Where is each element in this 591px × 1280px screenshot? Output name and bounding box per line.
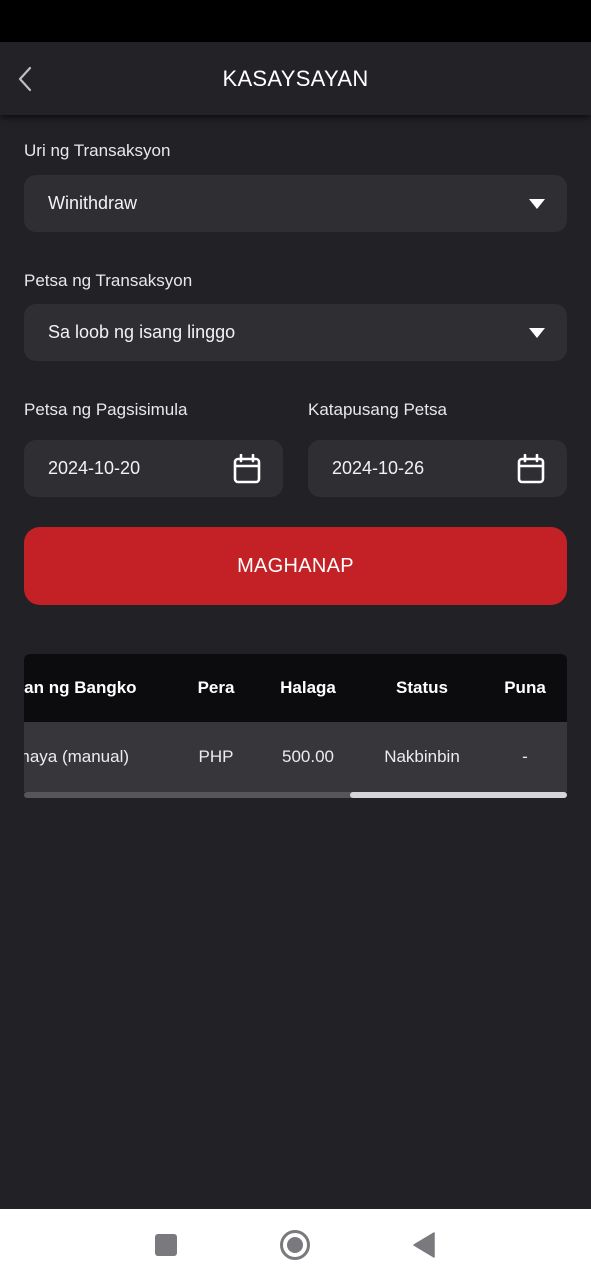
cell-currency: PHP	[198, 747, 234, 766]
transactions-table[interactable]: alan ng Bangko Pera Halaga Status Puna r…	[24, 654, 567, 800]
square-icon	[155, 1234, 177, 1256]
column-header-amount: Halaga	[280, 678, 336, 697]
end-date-value: 2024-10-26	[332, 458, 425, 478]
calendar-icon[interactable]	[233, 454, 261, 484]
horizontal-scrollbar[interactable]	[24, 792, 567, 798]
end-date-field[interactable]: 2024-10-26	[308, 440, 567, 497]
system-nav-bar	[0, 1209, 591, 1280]
transaction-date-label: Petsa ng Transaksyon	[24, 271, 193, 290]
start-date-field[interactable]: 2024-10-20	[24, 440, 283, 497]
transaction-type-value: Winithdraw	[48, 193, 138, 213]
cell-amount: 500.00	[282, 747, 334, 766]
column-header-remarks: Puna	[504, 678, 546, 697]
table-header: alan ng Bangko Pera Halaga Status Puna	[24, 654, 567, 722]
table-row[interactable]: rmaya (manual) PHP 500.00 Nakbinbin -	[24, 722, 567, 792]
end-date-label: Katapusang Petsa	[308, 400, 447, 419]
caret-down-icon	[529, 199, 545, 209]
search-button[interactable]: MAGHANAP	[24, 527, 567, 605]
calendar-icon[interactable]	[517, 454, 545, 484]
column-header-status: Status	[396, 678, 448, 697]
recents-button[interactable]	[148, 1227, 184, 1263]
circle-home-icon	[280, 1230, 310, 1260]
app-header: KASAYSAYAN	[0, 42, 591, 115]
column-header-currency: Pera	[197, 678, 235, 697]
scrollbar-thumb[interactable]	[350, 792, 567, 798]
nav-back-button[interactable]	[406, 1227, 442, 1263]
cell-status: Nakbinbin	[384, 747, 460, 766]
page-title: KASAYSAYAN	[222, 66, 369, 91]
home-button[interactable]	[277, 1227, 313, 1263]
column-header-bank: alan ng Bangko	[24, 678, 137, 697]
cell-bank: rmaya (manual)	[24, 747, 130, 766]
start-date-label: Petsa ng Pagsisimula	[24, 400, 188, 419]
triangle-back-icon	[413, 1232, 435, 1258]
cell-remarks: -	[522, 747, 528, 766]
transaction-type-label: Uri ng Transaksyon	[24, 141, 171, 160]
transaction-date-value: Sa loob ng isang linggo	[48, 322, 236, 342]
transaction-date-select[interactable]: Sa loob ng isang linggo	[24, 304, 567, 361]
status-bar	[0, 0, 591, 42]
start-date-value: 2024-10-20	[48, 458, 141, 478]
transaction-type-select[interactable]: Winithdraw	[24, 175, 567, 232]
caret-down-icon	[529, 328, 545, 338]
